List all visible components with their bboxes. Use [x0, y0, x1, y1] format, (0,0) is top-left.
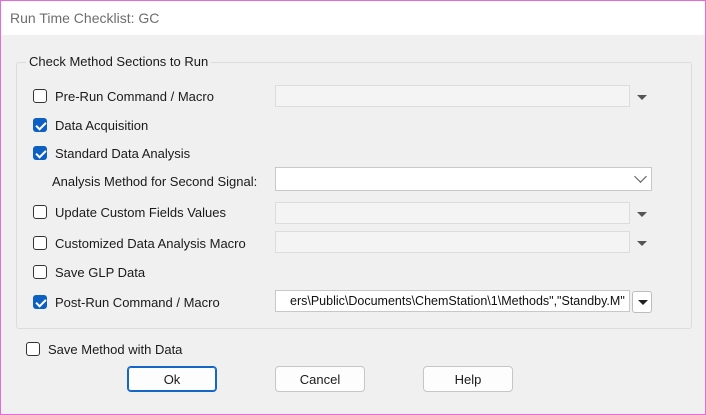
save-glp-row[interactable]: Save GLP Data: [33, 262, 145, 282]
chevron-down-icon: [634, 170, 647, 183]
cancel-button[interactable]: Cancel: [275, 366, 365, 392]
custom-macro-input[interactable]: [275, 231, 630, 253]
custom-fields-checkbox[interactable]: [33, 205, 47, 219]
data-acquisition-row[interactable]: Data Acquisition: [33, 115, 148, 135]
second-signal-select[interactable]: [275, 167, 652, 191]
custom-macro-row[interactable]: Customized Data Analysis Macro: [33, 233, 246, 253]
save-method-checkbox[interactable]: [26, 342, 40, 356]
pre-run-row[interactable]: Pre-Run Command / Macro: [33, 86, 214, 106]
custom-macro-checkbox[interactable]: [33, 236, 47, 250]
custom-fields-dropdown-icon[interactable]: [631, 203, 651, 225]
custom-macro-dropdown-icon[interactable]: [631, 232, 651, 254]
groupbox-label: Check Method Sections to Run: [26, 54, 212, 69]
custom-macro-label: Customized Data Analysis Macro: [55, 235, 246, 251]
custom-fields-input[interactable]: [275, 202, 630, 224]
post-run-label: Post-Run Command / Macro: [55, 294, 220, 310]
save-method-label: Save Method with Data: [48, 341, 183, 357]
save-method-row[interactable]: Save Method with Data: [26, 339, 182, 359]
data-acquisition-label: Data Acquisition: [55, 117, 149, 133]
custom-fields-row[interactable]: Update Custom Fields Values: [33, 202, 226, 222]
post-run-checkbox[interactable]: [33, 295, 47, 309]
help-button[interactable]: Help: [423, 366, 513, 392]
custom-fields-label: Update Custom Fields Values: [55, 204, 227, 220]
second-signal-label: Analysis Method for Second Signal:: [52, 173, 258, 189]
pre-run-label: Pre-Run Command / Macro: [55, 88, 214, 104]
post-run-row[interactable]: Post-Run Command / Macro: [33, 292, 220, 312]
save-glp-label: Save GLP Data: [55, 264, 146, 280]
ok-button[interactable]: Ok: [127, 366, 217, 392]
pre-run-input[interactable]: [275, 85, 630, 107]
window-title: Run Time Checklist: GC: [10, 10, 160, 26]
save-glp-checkbox[interactable]: [33, 265, 47, 279]
data-acquisition-checkbox[interactable]: [33, 118, 47, 132]
post-run-input[interactable]: ers\Public\Documents\ChemStation\1\Metho…: [275, 290, 630, 312]
pre-run-dropdown-icon[interactable]: [631, 86, 651, 108]
standard-analysis-row[interactable]: Standard Data Analysis: [33, 143, 190, 163]
dialog-window: Run Time Checklist: GC Check Method Sect…: [0, 0, 706, 415]
second-signal-row: Analysis Method for Second Signal:: [52, 171, 257, 191]
title-bar[interactable]: Run Time Checklist: GC: [1, 1, 705, 35]
pre-run-checkbox[interactable]: [33, 89, 47, 103]
standard-analysis-checkbox[interactable]: [33, 146, 47, 160]
standard-analysis-label: Standard Data Analysis: [55, 145, 191, 161]
post-run-dropdown-icon[interactable]: [632, 291, 652, 313]
